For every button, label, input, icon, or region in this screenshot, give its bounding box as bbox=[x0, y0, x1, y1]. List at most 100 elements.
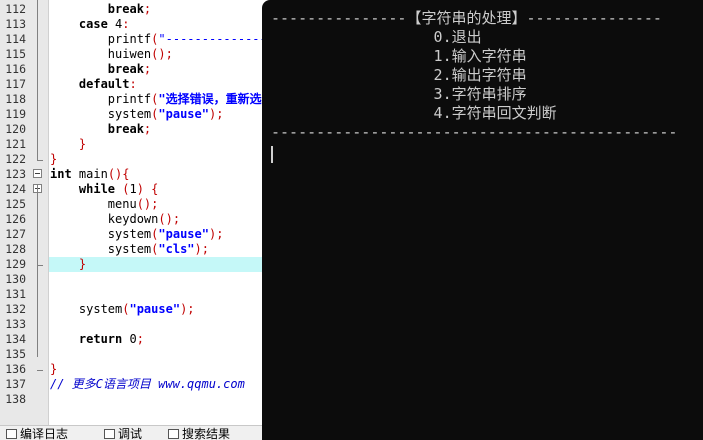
console-line: 3.字符串排序 bbox=[271, 85, 527, 103]
code-text: break; bbox=[50, 122, 151, 137]
fold-scope-line bbox=[37, 0, 38, 160]
fold-scope-end bbox=[37, 265, 43, 266]
code-text: } bbox=[50, 137, 86, 152]
code-token: huiwen bbox=[50, 47, 152, 61]
code-line[interactable]: 112 break; bbox=[0, 2, 265, 17]
console-cursor bbox=[271, 146, 273, 163]
code-line[interactable]: 117 default: bbox=[0, 77, 265, 92]
code-token: "pause" bbox=[129, 302, 181, 316]
code-token: (){ bbox=[107, 167, 130, 181]
code-line[interactable]: 126 keydown(); bbox=[0, 212, 265, 227]
console-line: 4.字符串回文判断 bbox=[271, 104, 557, 122]
line-number: 117 bbox=[5, 77, 26, 91]
tab-debug[interactable]: 调试 bbox=[104, 428, 142, 440]
tab-compile-log-label: 编译日志 bbox=[20, 427, 69, 440]
code-token: ; bbox=[143, 122, 152, 136]
code-token: case bbox=[78, 17, 108, 31]
tab-debug-label: 调试 bbox=[118, 427, 143, 440]
code-text: system("pause"); bbox=[50, 302, 195, 317]
code-token: (); bbox=[151, 47, 173, 61]
line-number: 130 bbox=[5, 272, 26, 286]
code-line[interactable]: 127 system("pause"); bbox=[0, 227, 265, 242]
tab-compile-log[interactable]: 编译日志 bbox=[6, 428, 68, 440]
code-token: ; bbox=[143, 62, 152, 76]
line-number: 123 bbox=[5, 167, 26, 181]
code-line[interactable]: 135 bbox=[0, 347, 265, 362]
code-token: "cls" bbox=[158, 242, 195, 256]
code-text: default: bbox=[50, 77, 137, 92]
bottom-panel-tabs: 编译日志 调试 搜索结果 bbox=[0, 425, 265, 440]
code-token: 0 bbox=[129, 332, 137, 346]
code-token: system bbox=[50, 227, 152, 241]
line-number: 126 bbox=[5, 212, 26, 226]
code-line[interactable]: 131 bbox=[0, 287, 265, 302]
line-number: 128 bbox=[5, 242, 26, 256]
code-token: } bbox=[50, 362, 58, 376]
code-token: ; bbox=[143, 2, 152, 16]
code-token: ); bbox=[208, 227, 224, 241]
code-token: : bbox=[122, 17, 130, 31]
code-line[interactable]: 121 } bbox=[0, 137, 265, 152]
line-number: 121 bbox=[5, 137, 26, 151]
code-editor[interactable]: 112 break; 113 case 4: 114 printf("-------… bbox=[0, 0, 265, 440]
code-token: int bbox=[50, 167, 72, 181]
code-line[interactable]: 134 return 0; bbox=[0, 332, 265, 347]
console-line: 0.退出 bbox=[271, 28, 482, 46]
code-token: keydown bbox=[50, 212, 159, 226]
code-area[interactable]: 112 break; 113 case 4: 114 printf("-------… bbox=[0, 0, 265, 425]
console-window[interactable]: ---------------【字符串的处理】--------------- 0… bbox=[262, 0, 703, 440]
code-token: ( bbox=[122, 182, 130, 196]
code-line[interactable]: 115 huiwen(); bbox=[0, 47, 265, 62]
line-number: 129 bbox=[5, 257, 26, 271]
code-line[interactable]: 138 bbox=[0, 392, 265, 407]
code-token: "pause" bbox=[158, 107, 209, 121]
code-line[interactable]: 114 printf("------------------- bbox=[0, 32, 265, 47]
code-line[interactable]: 119 system("pause"); bbox=[0, 107, 265, 122]
code-token: main bbox=[71, 167, 108, 181]
search-results-icon bbox=[168, 429, 179, 439]
code-line[interactable]: 125 menu(); bbox=[0, 197, 265, 212]
code-line[interactable]: 120 break; bbox=[0, 122, 265, 137]
tab-search-results[interactable]: 搜索结果 bbox=[168, 428, 230, 440]
code-line[interactable]: 128 system("cls"); bbox=[0, 242, 265, 257]
code-token: } bbox=[50, 152, 58, 166]
code-text: while (1) { bbox=[50, 182, 159, 197]
console-line: 1.输入字符串 bbox=[271, 47, 527, 65]
code-line[interactable]: 113 case 4: bbox=[0, 17, 265, 32]
tab-search-results-label: 搜索结果 bbox=[182, 427, 231, 440]
line-number: 115 bbox=[5, 47, 26, 61]
code-token: "------------------- bbox=[158, 32, 265, 46]
code-line[interactable]: 116 break; bbox=[0, 62, 265, 77]
line-number: 138 bbox=[5, 392, 26, 406]
line-number: 132 bbox=[5, 302, 26, 316]
code-token: } bbox=[78, 137, 87, 151]
code-token: // 更多C语言项目 www.qqmu.com bbox=[50, 377, 245, 391]
code-line[interactable]: 130 bbox=[0, 272, 265, 287]
fold-toggle-icon[interactable] bbox=[33, 169, 42, 178]
line-number: 137 bbox=[5, 377, 26, 391]
console-line: ---------------【字符串的处理】--------------- bbox=[271, 9, 662, 27]
code-token: system bbox=[50, 107, 152, 121]
code-line[interactable]: 137 // 更多C语言项目 www.qqmu.com bbox=[0, 377, 265, 392]
line-number: 120 bbox=[5, 122, 26, 136]
console-line: ----------------------------------------… bbox=[271, 123, 678, 141]
code-token: break bbox=[107, 122, 144, 136]
line-number: 119 bbox=[5, 107, 26, 121]
compile-log-icon bbox=[6, 429, 17, 439]
line-number: 116 bbox=[5, 62, 26, 76]
line-number: 114 bbox=[5, 32, 26, 46]
code-line[interactable]: 132 system("pause"); bbox=[0, 302, 265, 317]
code-text: break; bbox=[50, 2, 151, 17]
code-text: system("pause"); bbox=[50, 107, 224, 122]
line-number: 113 bbox=[5, 17, 26, 31]
code-line[interactable]: 133 bbox=[0, 317, 265, 332]
code-line[interactable]: 118 printf("选择错误，重新选 bbox=[0, 92, 265, 107]
